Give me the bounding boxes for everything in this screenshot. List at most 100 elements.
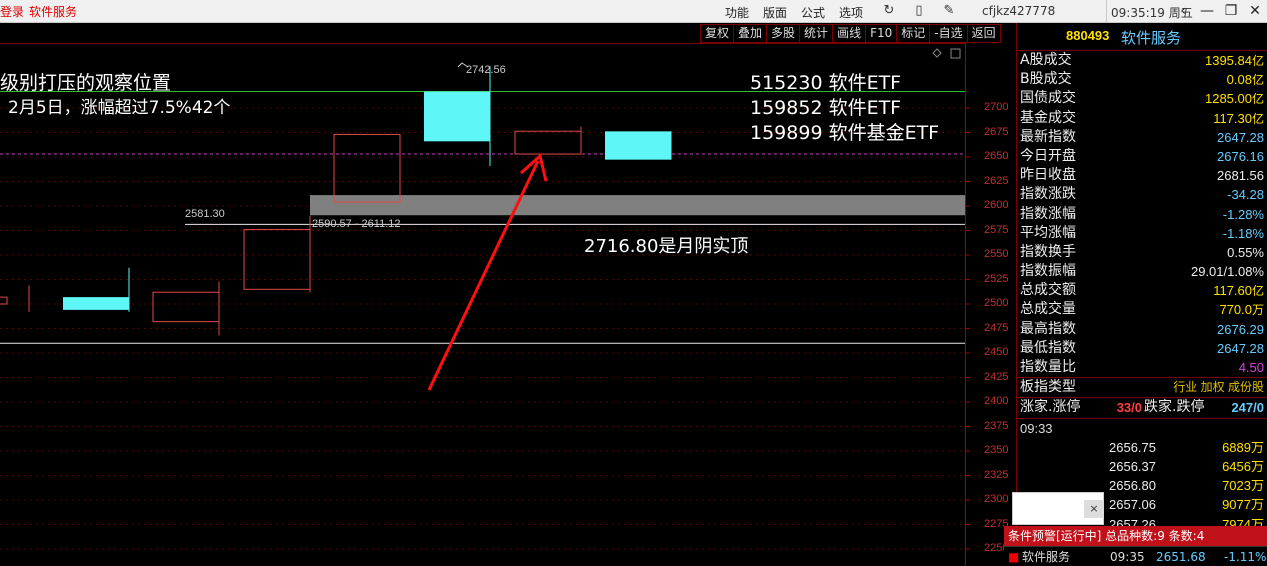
toolbar-f10[interactable]: F10 — [865, 24, 898, 43]
quote-label: 平均涨幅 — [1020, 224, 1076, 241]
quote-value: 4.50 — [1238, 360, 1264, 375]
quote-row: A股成交 1395.84亿 — [1017, 51, 1267, 70]
toolbar-drawline[interactable]: 画线 — [832, 24, 867, 43]
quote-value: 770.0万 — [1219, 302, 1264, 318]
close-icon[interactable]: ✕ — [1246, 2, 1264, 20]
quote-label: 国债成交 — [1020, 90, 1076, 107]
y-tick-label: 2475 — [984, 321, 1009, 334]
tick-volume: 9077万 — [1222, 497, 1264, 513]
up-value: 33/0 — [1116, 400, 1142, 416]
y-tick-label: 2300 — [984, 493, 1009, 505]
toolbar-fuquan[interactable]: 复权 — [700, 24, 735, 43]
y-tick-label: 2675 — [984, 125, 1009, 138]
quote-label: 指数涨跌 — [1020, 186, 1076, 203]
candle-body — [333, 133, 401, 203]
expand-icon — [950, 48, 961, 59]
quote-value: 2647.28 — [1217, 340, 1264, 356]
quote-row: 指数涨跌 -34.28 — [1017, 185, 1267, 204]
status-name: 软件服务 — [1022, 550, 1071, 564]
quote-value: -1.28% — [1222, 206, 1264, 222]
toolbar-mark[interactable]: 标记 — [896, 24, 931, 43]
refresh-icon[interactable]: ↻ — [881, 3, 897, 19]
tick-price: 2656.75 — [1109, 439, 1156, 455]
board-type-values[interactable]: 行业 加权 成份股 — [1173, 378, 1264, 397]
tick-price: 2656.80 — [1109, 478, 1156, 494]
separator — [1106, 0, 1107, 23]
y-tick-label: 2450 — [984, 346, 1009, 358]
candle-body — [514, 130, 582, 155]
quote-value: 0.55% — [1227, 244, 1264, 260]
tick-volume: 6889万 — [1222, 439, 1264, 455]
tick-row: 2656.37 6456万 — [1017, 457, 1267, 476]
kline-chart[interactable]: 复权 叠加 多股 统计 画线 F10 标记 -自选 返回 级别打压的观察位置 2… — [0, 23, 1016, 566]
quote-label: 指数量比 — [1020, 359, 1076, 375]
quote-row: 昨日收盘 2681.56 — [1017, 166, 1267, 185]
pen-icon[interactable]: ✎ — [941, 3, 957, 19]
toolbar-return[interactable]: 返回 — [966, 24, 1001, 43]
menu-function[interactable]: 功能 — [725, 4, 749, 21]
tick-volume: 7023万 — [1222, 478, 1264, 494]
y-tick-label: 2525 — [984, 272, 1009, 285]
y-tick-label: 2625 — [984, 174, 1009, 187]
quote-label: 总成交量 — [1020, 301, 1076, 318]
login-link[interactable]: 登录 — [0, 3, 24, 20]
menu-formula[interactable]: 公式 — [801, 4, 825, 21]
quote-label: 总成交额 — [1020, 282, 1076, 299]
toolbar-stats[interactable]: 统计 — [799, 24, 834, 43]
toolbar-overlay[interactable]: 叠加 — [733, 24, 768, 43]
status-bar: ■ 软件服务 09:35 2651.68 -1.11% — [1004, 546, 1267, 566]
alert-close-button[interactable]: × — [1084, 500, 1104, 518]
annotation-etf-2: 159852 软件ETF — [750, 97, 902, 119]
down-value: 247/0 — [1231, 400, 1264, 416]
phone-icon[interactable]: ▯ — [911, 3, 927, 19]
board-type-row: 板指类型 行业 加权 成份股 — [1017, 378, 1267, 397]
candle-body — [424, 91, 490, 142]
status-price: 2651.68 — [1156, 550, 1206, 564]
tick-row: 09:33 — [1017, 419, 1267, 438]
title-bar: 登录 软件服务 功能 版面 公式 选项 ↻ ▯ ✎ cfjkz427778 09… — [0, 0, 1267, 23]
candle-body — [152, 291, 220, 323]
quote-value: 1395.84亿 — [1204, 53, 1264, 68]
quote-row: 国债成交 1285.00亿 — [1017, 89, 1267, 108]
quote-value: 117.60亿 — [1213, 283, 1264, 299]
quote-row: 平均涨幅 -1.18% — [1017, 224, 1267, 243]
candle-body — [0, 296, 8, 305]
quote-row: 指数换手 0.55% — [1017, 243, 1267, 262]
resistance-zone — [310, 195, 965, 216]
y-tick-label: 2400 — [984, 395, 1009, 407]
candle-body — [63, 297, 129, 310]
zone-label: 2590.57 - 2611.12 — [312, 218, 401, 230]
annotation-title: 级别打压的观察位置 — [0, 72, 172, 94]
menu-layout[interactable]: 版面 — [763, 4, 787, 21]
quote-value: 2647.28 — [1217, 129, 1264, 145]
peak-label: 2742.56 — [466, 64, 506, 76]
y-tick-label: 2325 — [984, 468, 1009, 481]
toolbar-watchlist[interactable]: -自选 — [929, 24, 968, 43]
restore-icon[interactable]: ❐ — [1222, 2, 1240, 20]
y-tick-label: 2350 — [984, 444, 1009, 456]
quote-label: A股成交 — [1020, 52, 1072, 68]
back-icon[interactable]: ‹ — [1174, 2, 1192, 20]
quote-value: 0.08亿 — [1226, 72, 1264, 88]
quote-row: 指数涨幅 -1.28% — [1017, 205, 1267, 224]
quote-row: 最新指数 2647.28 — [1017, 128, 1267, 147]
quote-label: 昨日收盘 — [1020, 167, 1076, 184]
y-tick-label: 2375 — [984, 419, 1009, 432]
y-tick-label: 2600 — [984, 199, 1009, 211]
minimize-icon[interactable]: — — [1198, 2, 1216, 20]
board-type-weighted[interactable]: 加权 — [1201, 380, 1225, 394]
quote-value: 2676.29 — [1217, 321, 1264, 337]
quote-value: -34.28 — [1227, 187, 1264, 203]
board-type-industry[interactable]: 行业 — [1173, 380, 1197, 394]
menu-options[interactable]: 选项 — [839, 4, 863, 21]
board-type-constituents[interactable]: 成份股 — [1228, 380, 1264, 394]
tick-time: 09:33 — [1020, 420, 1053, 436]
alert-bar[interactable]: 条件预警[运行中] 总品种数:9 条数:4 — [1004, 526, 1267, 546]
index-name: 软件服务 — [1121, 29, 1182, 47]
quote-label: 今日开盘 — [1020, 147, 1076, 164]
quote-value: -1.18% — [1222, 225, 1264, 241]
toolbar-multi[interactable]: 多股 — [766, 24, 801, 43]
quote-panel: 880493 软件服务 A股成交 1395.84亿 B股成交 0.08亿 国债成交 128… — [1016, 23, 1267, 566]
y-tick-label: 2575 — [984, 223, 1009, 236]
down-label: 跌家.跌停 — [1144, 399, 1205, 416]
